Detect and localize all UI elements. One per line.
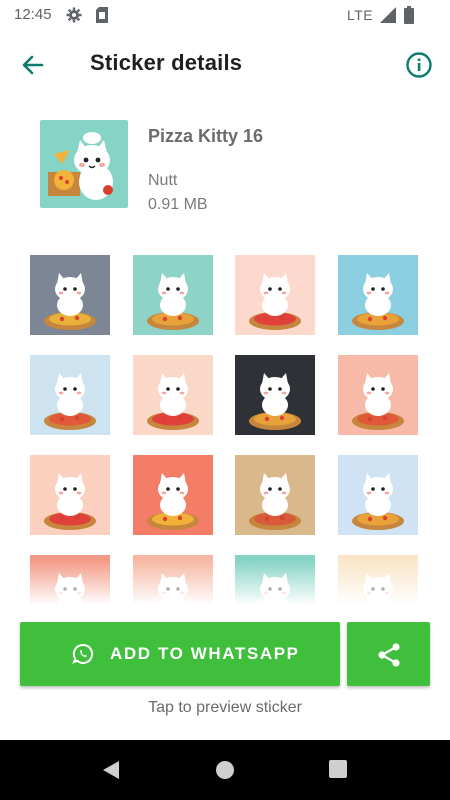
battery-icon [404,6,414,29]
sim-card-icon [96,7,108,28]
tray-icon-image [40,120,128,208]
whatsapp-icon [72,643,94,670]
sticker-thumbnail[interactable] [30,255,110,335]
recents-square-icon [329,760,347,782]
pack-header: Pizza Kitty 16 Nutt 0.91 MB [0,102,450,232]
sticker-thumbnail[interactable] [133,255,213,335]
back-triangle-icon [101,761,121,784]
sticker-image [363,573,393,605]
sticker-image [249,473,301,530]
nav-recents-button[interactable] [329,760,347,783]
sticker-image [44,273,96,330]
arrow-back-icon [20,55,46,82]
sticker-image [44,373,96,430]
pack-name: Pizza Kitty 16 [148,126,264,146]
add-button-label: ADD TO WHATSAPP [110,644,300,663]
signal-icon [380,7,396,28]
sticker-thumbnail[interactable] [30,555,110,605]
sticker-image [147,273,199,330]
sticker-grid [0,245,450,605]
sticker-thumbnail[interactable] [338,555,418,605]
sticker-thumbnail[interactable] [235,455,315,535]
info-icon [405,52,433,83]
app-bar: Sticker details [0,30,450,102]
status-time: 12:45 [14,6,52,23]
sticker-image [352,273,404,330]
sticker-image [352,473,404,530]
preview-hint: Tap to preview sticker [148,699,302,716]
network-label: LTE [347,7,374,23]
sticker-image [249,273,301,330]
nav-home-button[interactable] [215,760,235,785]
sticker-image [260,573,290,605]
share-button[interactable] [347,622,430,686]
add-to-whatsapp-button[interactable]: ADD TO WHATSAPP [20,622,340,686]
sticker-thumbnail[interactable] [338,355,418,435]
sticker-thumbnail[interactable] [133,555,213,605]
sticker-thumbnail[interactable] [133,355,213,435]
sticker-image [249,373,301,430]
back-button[interactable] [20,52,50,80]
sticker-thumbnail[interactable] [235,555,315,605]
sticker-thumbnail[interactable] [338,255,418,335]
page-title: Sticker details [90,50,243,75]
home-circle-icon [215,761,235,784]
sticker-thumbnail[interactable] [30,355,110,435]
system-nav-bar [0,740,450,800]
sticker-thumbnail[interactable] [235,255,315,335]
sticker-thumbnail[interactable] [235,355,315,435]
sticker-image [147,373,199,430]
sticker-image [55,573,85,605]
sticker-thumbnail[interactable] [30,455,110,535]
gear-icon [66,7,82,28]
sticker-thumbnail[interactable] [338,455,418,535]
info-button[interactable] [405,51,435,81]
sticker-thumbnail[interactable] [133,455,213,535]
sticker-image [147,473,199,530]
sticker-image [44,473,96,530]
nav-back-button[interactable] [101,760,121,785]
status-bar: 12:45 LTE [0,0,450,30]
pack-size: 0.91 MB [148,196,208,213]
sticker-image [158,573,188,605]
sticker-image [352,373,404,430]
pack-author: Nutt [148,172,178,189]
